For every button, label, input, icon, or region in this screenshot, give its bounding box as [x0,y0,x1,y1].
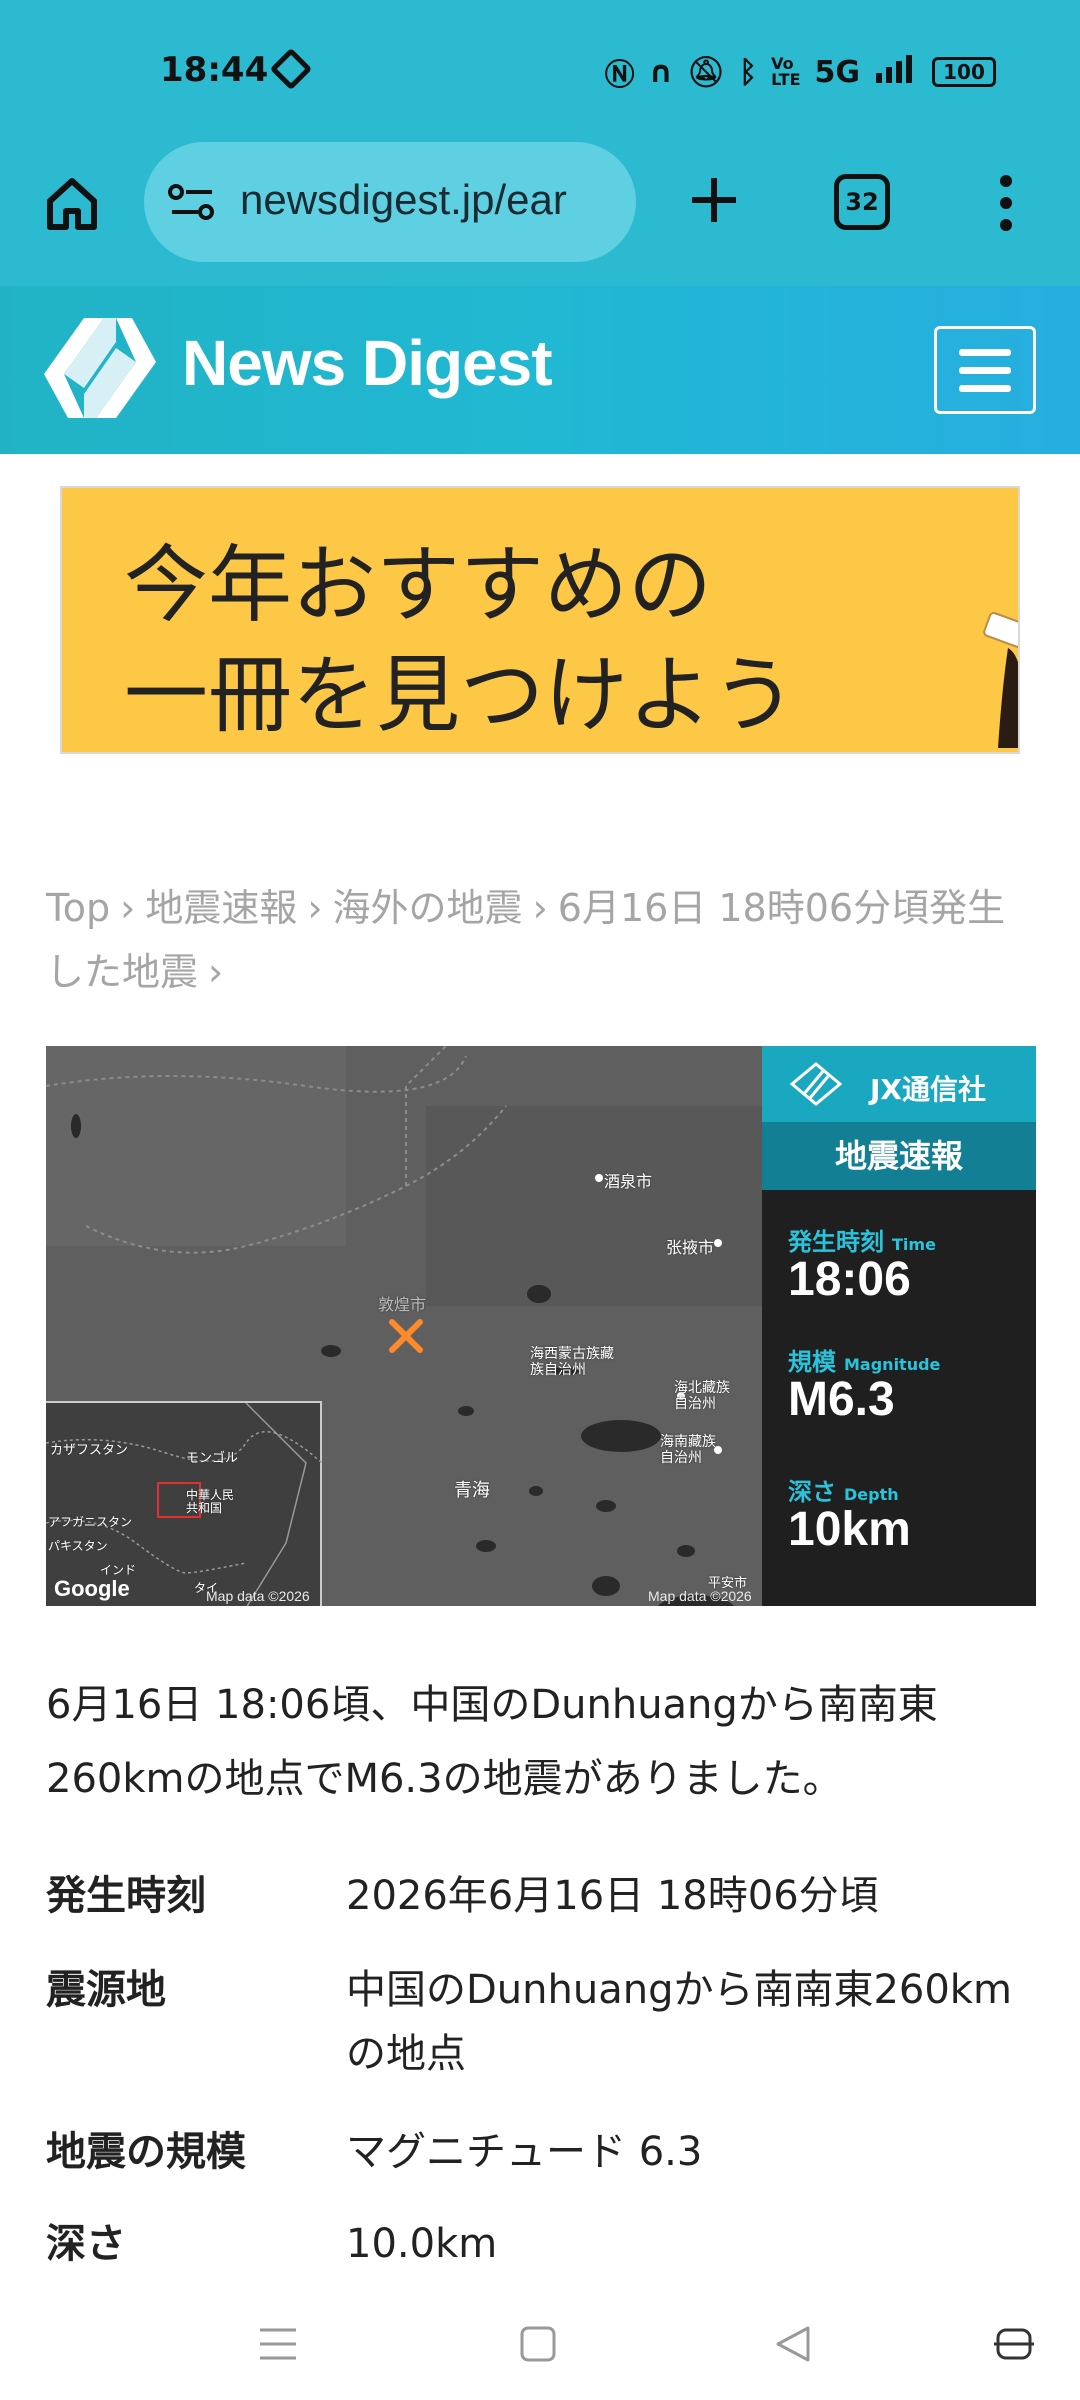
detail-key: 発生時刻 [46,1873,206,1919]
tab-switcher-button[interactable]: 32 [834,174,890,230]
breadcrumb-item-top[interactable]: Top [46,886,110,930]
inset-label-china: 中華人民共和国 [186,1488,235,1515]
breadcrumb: Top › 地震速報 › 海外の地震 › 6月16日 18時06分頃発生した地震 › [46,876,1036,1004]
breadcrumb-item-earthquake-alerts[interactable]: 地震速報 [145,886,297,930]
magnitude-value: M6.3 [788,1373,895,1426]
inset-label-pakistan: パキスタン [48,1539,108,1553]
assistant-nav-icon[interactable] [990,2322,1038,2366]
map-label-qinghai: 青海 [454,1480,490,1501]
inset-map-credit: Map data ©2026 [206,1588,310,1604]
detail-key: 深さ [46,2221,126,2267]
more-options-icon[interactable] [996,174,1016,232]
address-bar[interactable]: newsdigest.jp/ear [144,142,636,262]
new-tab-icon[interactable] [688,174,740,226]
map-label-zhangye: 张掖市 [666,1238,715,1257]
map-label-dunhuang-area: 敦煌市 [378,1295,427,1314]
article-summary: 6月16日 18:06頃、中国のDunhuangから南南東260kmの地点でM6… [46,1682,938,1802]
breadcrumb-separator: › [208,950,224,994]
menu-line [959,367,1011,374]
detail-key: 地震の規模 [46,2129,246,2175]
site-settings-icon[interactable] [168,182,218,222]
epicenter-marker-icon [389,1319,423,1353]
detail-row-magnitude: 地震の規模 マグニチュード 6.3 [46,2120,1036,2212]
bluetooth-icon: ᛒ [739,54,758,90]
battery-icon: 100 [932,57,996,87]
status-bar: 18:44 Ⓝ ∩ 🔕︎ ᛒ Vo LTE 5G 100 [0,0,1080,140]
inset-label-mongolia: モンゴル [186,1451,239,1466]
status-time: 18:44 [160,50,269,90]
browser-toolbar: newsdigest.jp/ear 32 [0,140,1080,286]
site-menu-button[interactable] [934,326,1036,414]
menu-line [959,349,1011,356]
menu-line [959,385,1011,392]
map-label-jiuquan: 酒泉市 [604,1172,653,1191]
earthquake-map-image[interactable]: 酒泉市 张掖市 敦煌市 海西蒙古族藏族自治州 海北藏族自治州 海南藏族自治州 青… [46,1046,1036,1606]
mute-icon: 🔕︎ [687,54,726,90]
site-header: News Digest [0,286,1080,454]
home-icon[interactable] [44,175,100,231]
overview-inset-map: カザフスタン モンゴル 中華人民共和国 アフガニスタン パキスタン インド タイ… [46,1401,323,1606]
panel-brand: JX通信社 [870,1073,987,1106]
volte-icon: Vo LTE [771,54,801,89]
ad-illustration-icon [983,612,1018,748]
ad-line-2: 一冊を見つけよう [124,646,797,744]
signal-icon [874,53,918,91]
url-text[interactable]: newsdigest.jp/ear [240,176,620,224]
panel-brand-bar: JX通信社 [762,1046,1036,1122]
system-nav-bar [0,2286,1080,2400]
detail-value: 10.0km [346,2221,498,2267]
quake-info-panel: JX通信社 地震速報 発生時刻 Time 18:06 規模 Magnitude M6… [762,1046,1036,1606]
headphones-icon: ∩ [648,54,674,90]
jx-logo-icon [790,1062,842,1106]
site-name[interactable]: News Digest [182,326,553,400]
depth-value: 10km [788,1503,911,1556]
breadcrumb-item-overseas[interactable]: 海外の地震 [333,886,523,930]
status-icons: Ⓝ ∩ 🔕︎ ᛒ Vo LTE 5G 100 [605,50,996,94]
panel-title: 地震速報 [762,1122,1036,1190]
map-label-haixi: 海西蒙古族藏族自治州 [530,1346,614,1378]
network-type: 5G [814,54,861,90]
detail-row-depth: 深さ 10.0km [46,2212,1036,2276]
map-credit: Map data ©2026 [648,1588,752,1604]
map-label-haibei: 海北藏族自治州 [674,1380,730,1412]
inset-label-afghanistan: アフガニスタン [48,1515,133,1529]
detail-value: マグニチュード 6.3 [346,2129,703,2175]
nfc-icon: Ⓝ [604,58,635,93]
back-nav-icon[interactable] [770,2322,818,2366]
quake-details-table: 発生時刻 2026年6月16日 18時06分頃 震源地 中国のDunhuangか… [46,1864,1036,2276]
home-nav-icon[interactable] [514,2322,562,2366]
recent-apps-icon[interactable] [254,2322,302,2366]
google-logo: Google [54,1576,130,1601]
detail-key: 震源地 [46,1967,166,2013]
time-value: 18:06 [788,1253,911,1306]
detail-row-time: 発生時刻 2026年6月16日 18時06分頃 [46,1864,1036,1958]
detail-row-epicenter: 震源地 中国のDunhuangから南南東260kmの地点 [46,1958,1036,2120]
ad-line-1: 今年おすすめの [124,536,713,634]
inset-label-kazakhstan: カザフスタン [50,1443,129,1458]
detail-value: 中国のDunhuangから南南東260kmの地点 [346,1967,1012,2077]
breadcrumb-separator: › [532,886,548,930]
news-digest-logo-icon[interactable] [44,318,156,418]
map-label-hainan: 海南藏族自治州 [660,1434,716,1466]
breadcrumb-separator: › [307,886,323,930]
location-icon [269,47,313,91]
breadcrumb-separator: › [120,886,136,930]
ad-banner[interactable]: 今年おすすめの 一冊を見つけよう [60,486,1020,754]
detail-value: 2026年6月16日 18時06分頃 [346,1873,879,1919]
